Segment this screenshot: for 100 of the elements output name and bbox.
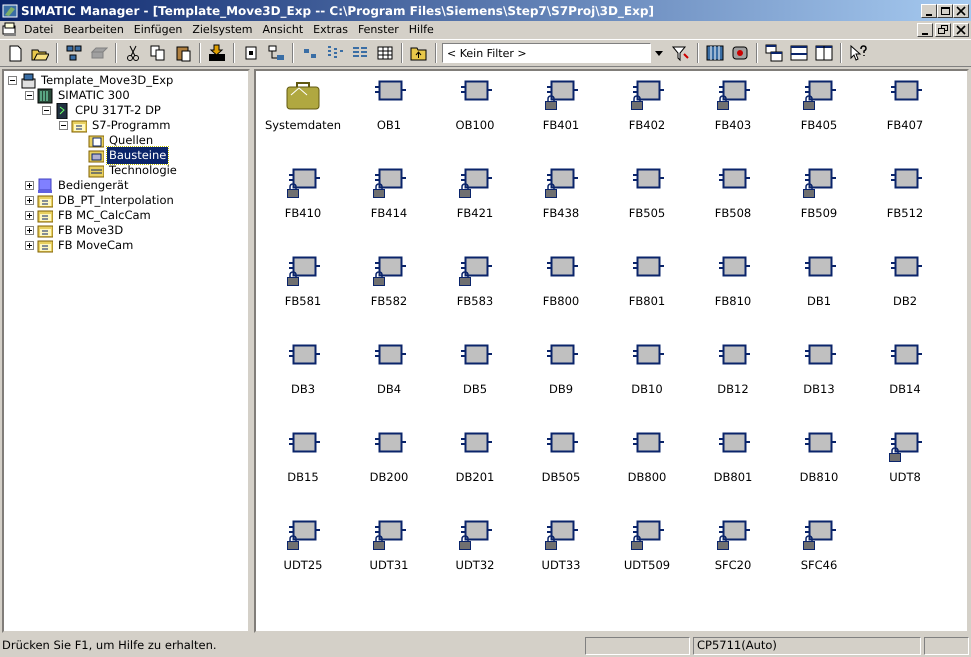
tree-item[interactable]: S7-Programm (90, 116, 172, 134)
expand-icon[interactable] (25, 181, 34, 190)
cut-icon[interactable] (124, 44, 142, 62)
tree-item[interactable]: FB Move3D (56, 222, 126, 240)
tree-item[interactable]: Technologie (107, 162, 179, 180)
block-label[interactable]: FB403 (714, 117, 752, 134)
block-label[interactable]: FB810 (714, 293, 752, 310)
block-label[interactable]: DB201 (456, 469, 494, 486)
block-label[interactable]: FB401 (542, 117, 580, 134)
block-label[interactable]: FB583 (456, 293, 494, 310)
block-label[interactable]: DB9 (548, 381, 574, 398)
help-icon[interactable] (849, 44, 867, 62)
tree-item[interactable]: DB_PT_Interpolation (56, 192, 176, 210)
block-label[interactable]: FB509 (800, 205, 838, 222)
block-label[interactable]: DB2 (892, 293, 918, 310)
block-label[interactable]: FB414 (370, 205, 408, 222)
block-label[interactable]: FB438 (542, 205, 580, 222)
expand-icon[interactable] (25, 196, 34, 205)
tree-item[interactable]: CPU 317T-2 DP (73, 102, 163, 120)
block-label[interactable]: SFC20 (714, 557, 752, 574)
collapse-icon[interactable] (42, 106, 51, 115)
block-label[interactable]: DB4 (376, 381, 402, 398)
expand-icon[interactable] (25, 241, 34, 250)
block-label[interactable]: DB15 (287, 469, 319, 486)
block-label[interactable]: FB800 (542, 293, 580, 310)
filter-icon[interactable] (672, 44, 690, 62)
block-label[interactable]: DB505 (542, 469, 580, 486)
program-folder-icon (71, 118, 87, 134)
menu-item[interactable]: Datei (20, 22, 58, 38)
expand-icon[interactable] (25, 226, 34, 235)
block-label[interactable]: FB801 (628, 293, 666, 310)
cpu-icon (54, 102, 70, 118)
menu-item[interactable]: Fenster (354, 22, 403, 38)
tree-item[interactable]: FB MC_CalcCam (56, 206, 153, 224)
block-label[interactable]: UDT33 (542, 557, 580, 574)
block-label[interactable]: OB100 (456, 117, 494, 134)
expand-icon[interactable] (25, 211, 34, 220)
block-label[interactable]: DB3 (290, 381, 316, 398)
block-label[interactable]: DB810 (800, 469, 838, 486)
block-label[interactable]: DB800 (628, 469, 666, 486)
tile-vertical-icon[interactable] (815, 44, 833, 62)
cascade-icon[interactable] (765, 44, 783, 62)
block-label[interactable]: FB582 (370, 293, 408, 310)
menu-item[interactable]: Ansicht (258, 22, 308, 38)
block-label[interactable]: FB410 (284, 205, 322, 222)
block-label[interactable]: DB13 (803, 381, 835, 398)
block-label[interactable]: DB5 (462, 381, 488, 398)
block-label[interactable]: UDT32 (456, 557, 494, 574)
block-label[interactable]: FB407 (886, 117, 924, 134)
status-interface: CP5711(Auto) (693, 637, 921, 655)
download-icon[interactable] (208, 44, 226, 62)
block-label[interactable]: UDT31 (370, 557, 408, 574)
block-label[interactable]: FB405 (800, 117, 838, 134)
paste-icon[interactable] (174, 44, 192, 62)
menu-item[interactable]: Bearbeiten (59, 22, 128, 38)
details-icon[interactable] (376, 44, 394, 62)
block-label[interactable]: OB1 (376, 117, 402, 134)
block-label[interactable]: Systemdaten (264, 117, 342, 134)
collapse-icon[interactable] (8, 76, 17, 85)
tile-horizontal-icon[interactable] (790, 44, 808, 62)
tree-item[interactable]: SIMATIC 300 (56, 86, 132, 104)
copy-icon[interactable] (149, 44, 167, 62)
menu-item[interactable]: Extras (309, 22, 352, 38)
block-label[interactable]: DB10 (631, 381, 663, 398)
project-icon (20, 72, 36, 88)
collapse-icon[interactable] (25, 91, 34, 100)
tree-item[interactable]: Bausteine (107, 146, 168, 164)
tree-item[interactable]: FB MoveCam (56, 236, 136, 254)
block-label[interactable]: FB505 (628, 205, 666, 222)
block-label[interactable]: FB402 (628, 117, 666, 134)
block-label[interactable]: DB801 (714, 469, 752, 486)
program-folder-icon (37, 192, 53, 208)
technology-folder-icon (88, 162, 104, 178)
tree-item[interactable]: Quellen (107, 132, 156, 150)
block-label[interactable]: FB512 (886, 205, 924, 222)
collapse-icon[interactable] (59, 121, 68, 130)
tree-item[interactable]: Bediengerät (56, 176, 130, 194)
block-label[interactable]: FB508 (714, 205, 752, 222)
app-icon (2, 3, 18, 20)
menu-item[interactable]: Zielsystem (188, 22, 257, 38)
program-folder-icon (37, 238, 53, 254)
tree-item[interactable]: Template_Move3D_Exp (39, 72, 176, 90)
window-title: SIMATIC Manager - [Template_Move3D_Exp -- C:\Program Files\Siemens\Step7\S7Proj\3D_Exp] (21, 2, 655, 20)
block-label[interactable]: FB421 (456, 205, 494, 222)
status-message: Drücken Sie F1, um Hilfe zu erhalten. (2, 637, 218, 654)
block-label[interactable]: UDT25 (284, 557, 322, 574)
block-label[interactable]: DB12 (717, 381, 749, 398)
menu-item[interactable]: Hilfe (404, 22, 438, 38)
block-label[interactable]: FB581 (284, 293, 322, 310)
filter-field[interactable]: < Kein Filter > (442, 43, 651, 63)
network-icon[interactable] (65, 44, 83, 62)
block-label[interactable]: UDT8 (889, 469, 921, 486)
block-label[interactable]: SFC46 (800, 557, 838, 574)
block-label[interactable]: UDT509 (624, 557, 670, 574)
program-folder-icon (37, 208, 53, 224)
menu-item[interactable]: Einfügen (130, 22, 186, 38)
block-label[interactable]: DB1 (806, 293, 832, 310)
block-label[interactable]: DB200 (370, 469, 408, 486)
block-label[interactable]: DB14 (889, 381, 921, 398)
station-icon (37, 88, 53, 104)
